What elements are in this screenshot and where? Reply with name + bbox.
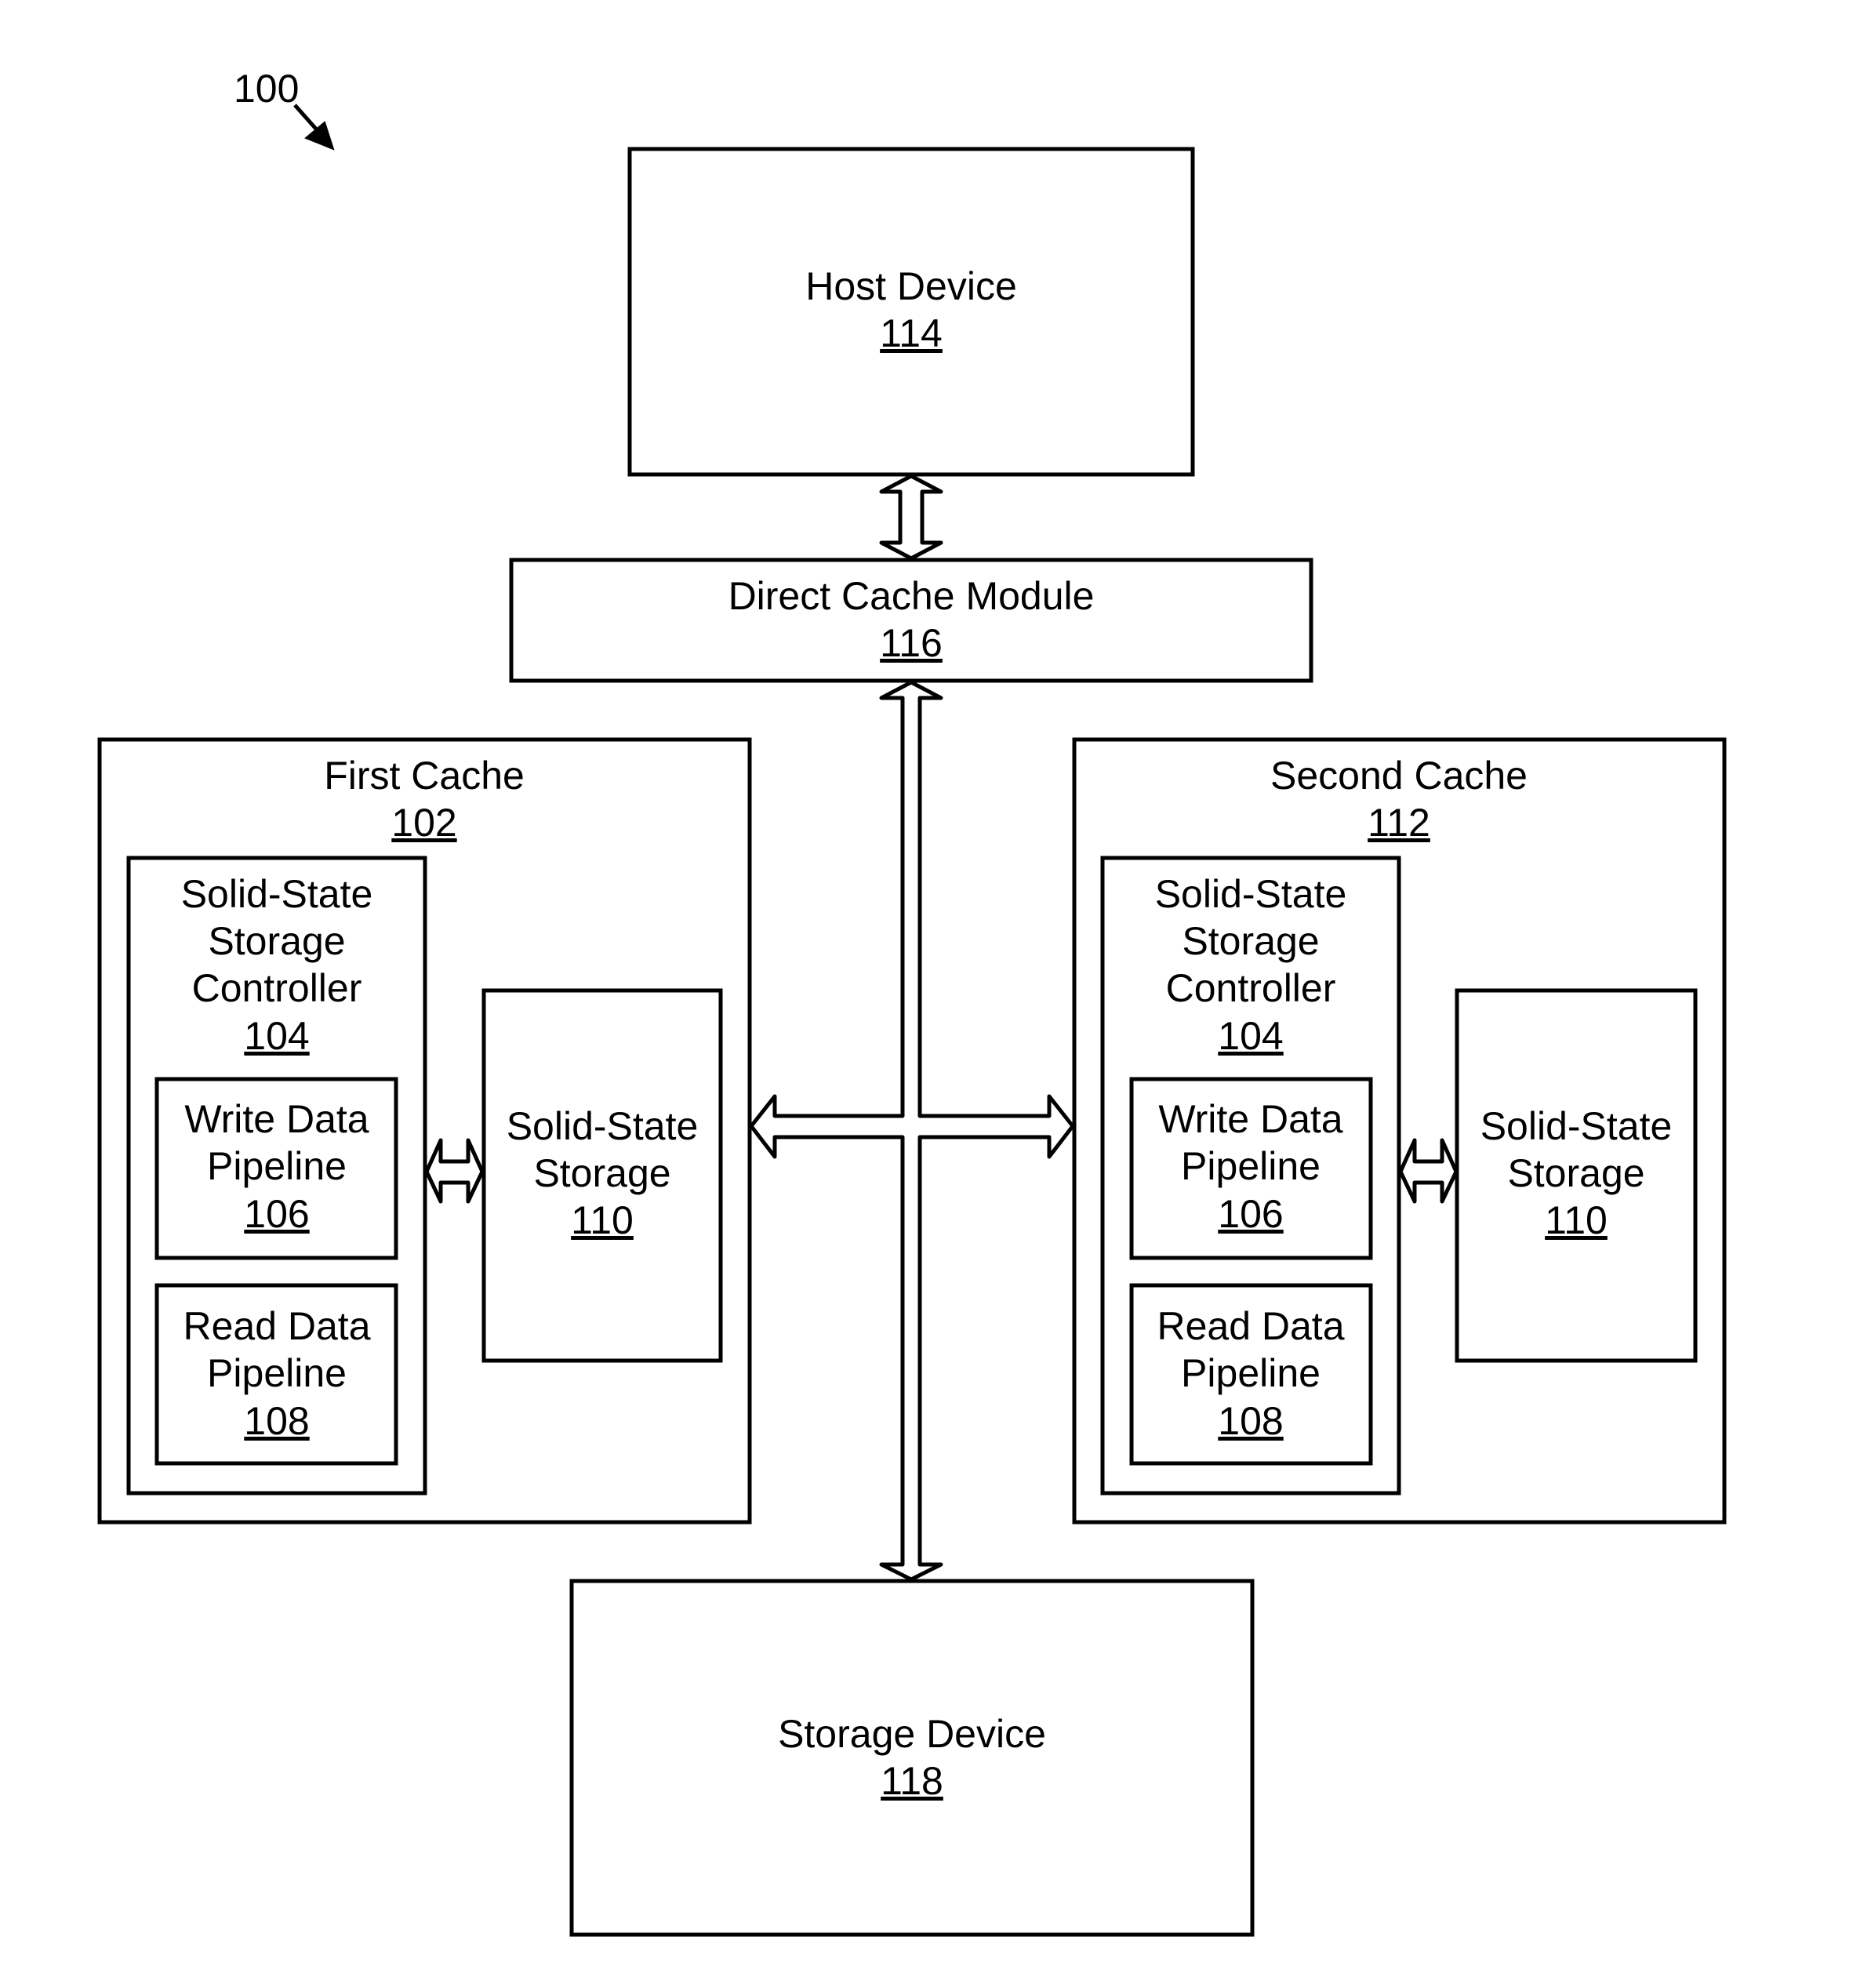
controller-label-line-2: Storage [1182, 919, 1319, 963]
controller-label-line-1: Solid-State [1155, 872, 1347, 916]
controller-label-line-3: Controller [192, 966, 362, 1010]
controller-ref: 104 [244, 1014, 309, 1058]
first-cache-label: First Cache [324, 754, 525, 798]
host-device-label: Host Device [805, 264, 1017, 308]
host-device-box[interactable]: Host Device 114 [627, 147, 1195, 477]
figure-reference: 100 [234, 67, 335, 151]
first-cache-write-pipeline-box[interactable]: Write Data Pipeline 106 [154, 1077, 398, 1260]
figure-number: 100 [234, 67, 299, 111]
system-diagram: 100 Host Device 114 Direct Cache Module … [97, 67, 1727, 1937]
write-pipeline-label-line-1: Write Data [184, 1097, 369, 1141]
first-cache-controller-box[interactable]: Solid-State Storage Controller 104 Write… [126, 856, 427, 1496]
storage-label-line-1: Solid-State [507, 1104, 699, 1148]
storage-device-label: Storage Device [778, 1712, 1046, 1756]
read-pipeline-label-line-2: Pipeline [207, 1351, 347, 1395]
write-pipeline-ref: 106 [1218, 1192, 1283, 1236]
read-pipeline-ref: 108 [1218, 1399, 1283, 1443]
write-pipeline-ref: 106 [244, 1192, 309, 1236]
read-pipeline-label-line-1: Read Data [1157, 1304, 1344, 1348]
read-pipeline-label-line-1: Read Data [183, 1304, 370, 1348]
second-cache-box[interactable]: Second Cache 112 Solid-State Storage Con… [1072, 737, 1727, 1525]
storage-device-ref: 118 [881, 1759, 943, 1803]
first-cache-box[interactable]: First Cache 102 Solid-State Storage Cont… [97, 737, 752, 1525]
read-pipeline-ref: 108 [244, 1399, 309, 1443]
direct-cache-module-ref: 116 [880, 621, 943, 665]
host-dcm-bidirectional-arrow [879, 474, 943, 561]
storage-ref: 110 [1545, 1198, 1608, 1242]
second-cache-write-pipeline-box[interactable]: Write Data Pipeline 106 [1129, 1077, 1373, 1260]
direct-cache-module-label: Direct Cache Module [728, 574, 1095, 618]
second-cache-controller-box[interactable]: Solid-State Storage Controller 104 Write… [1100, 856, 1401, 1496]
first-cache-storage-box[interactable]: Solid-State Storage 110 [481, 988, 723, 1363]
direct-cache-module-box[interactable]: Direct Cache Module 116 [509, 558, 1313, 683]
storage-device-box[interactable]: Storage Device 118 [569, 1579, 1255, 1937]
figure-pointer-arrow-icon [293, 104, 335, 151]
storage-label-line-2: Storage [1507, 1151, 1644, 1195]
controller-label-line-1: Solid-State [181, 872, 373, 916]
bus-cross-arrow [749, 680, 1075, 1582]
first-cache-read-pipeline-box[interactable]: Read Data Pipeline 108 [154, 1283, 398, 1466]
controller-label-line-3: Controller [1166, 966, 1336, 1010]
storage-label-line-1: Solid-State [1480, 1104, 1673, 1148]
write-pipeline-label-line-2: Pipeline [207, 1144, 347, 1188]
second-cache-ref: 112 [1368, 801, 1430, 845]
host-device-ref: 114 [880, 311, 943, 355]
second-cache-label: Second Cache [1270, 754, 1528, 798]
storage-ref: 110 [571, 1198, 634, 1242]
second-cache-storage-box[interactable]: Solid-State Storage 110 [1455, 988, 1698, 1363]
controller-label-line-2: Storage [208, 919, 345, 963]
controller-ref: 104 [1218, 1014, 1283, 1058]
read-pipeline-label-line-2: Pipeline [1181, 1351, 1321, 1395]
first-cache-ref: 102 [391, 801, 456, 845]
write-pipeline-label-line-2: Pipeline [1181, 1144, 1321, 1188]
write-pipeline-label-line-1: Write Data [1158, 1097, 1342, 1141]
second-cache-read-pipeline-box[interactable]: Read Data Pipeline 108 [1129, 1283, 1373, 1466]
storage-label-line-2: Storage [533, 1151, 670, 1195]
